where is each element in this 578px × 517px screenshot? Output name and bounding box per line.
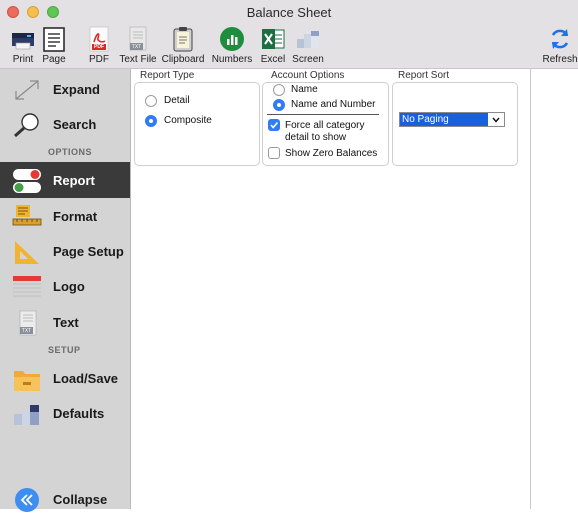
detail-radio[interactable]: [145, 95, 157, 107]
composite-radio-label: Composite: [164, 115, 212, 126]
screen-icon: [297, 31, 319, 48]
report-type-label: Report Type: [140, 70, 195, 81]
collapse-icon: [15, 488, 39, 512]
search-icon: [14, 113, 39, 138]
pdf-button[interactable]: PDF PDF: [84, 24, 114, 68]
title-bar: Balance Sheet: [0, 0, 578, 24]
show-zero-balances-label: Show Zero Balances: [285, 148, 378, 159]
sidebar-item-search[interactable]: Search: [0, 106, 130, 142]
refresh-icon: [551, 29, 569, 49]
folder-icon: [14, 371, 40, 391]
sidebar-item-defaults[interactable]: Defaults: [0, 395, 130, 431]
report-sort-label: Report Sort: [398, 70, 450, 81]
text-badge-label: TXT: [21, 328, 32, 334]
sidebar-item-label: Defaults: [53, 406, 105, 421]
clipboard-icon: [173, 27, 193, 52]
sidebar-item-format[interactable]: Format: [0, 198, 130, 234]
print-button[interactable]: Print: [8, 24, 38, 68]
checkmark-icon: [270, 121, 279, 129]
window-title: Balance Sheet: [246, 5, 332, 20]
text-file-icon: TXT: [125, 26, 151, 52]
txt-badge-label: TXT: [131, 44, 142, 50]
sidebar-item-label: Expand: [53, 82, 100, 97]
sidebar-item-label: Format: [53, 209, 98, 224]
name-and-number-radio-label: Name and Number: [291, 99, 376, 110]
sidebar-item-expand[interactable]: Expand: [0, 71, 130, 107]
options-section-header: OPTIONS: [48, 147, 93, 157]
excel-button[interactable]: Excel: [256, 24, 290, 68]
report-type-panel: Detail Composite: [134, 82, 260, 166]
printer-icon: [12, 33, 34, 50]
sidebar-item-label: Text: [53, 315, 79, 330]
sidebar-item-label: Collapse: [53, 492, 108, 507]
setup-section-header: SETUP: [48, 345, 81, 355]
sidebar-item-label: Search: [53, 117, 97, 132]
sidebar-item-load-save[interactable]: Load/Save: [0, 360, 130, 396]
text-icon: TXT: [12, 310, 42, 336]
numbers-button[interactable]: Numbers: [210, 24, 254, 68]
text-file-button[interactable]: TXT Text File: [116, 24, 160, 68]
numbers-icon: [220, 27, 244, 51]
preview-pane: [530, 69, 578, 509]
report-sort-selected-value: No Paging: [402, 114, 449, 125]
account-options-panel: Name Name and Number Force all category …: [262, 82, 389, 166]
sidebar-item-label: Report: [53, 173, 95, 188]
sidebar-item-page-setup[interactable]: Page Setup: [0, 233, 130, 269]
separator: [267, 114, 379, 115]
defaults-icon: [14, 405, 39, 425]
sidebar-item-logo[interactable]: Logo: [0, 268, 130, 304]
report-sort-select[interactable]: No Paging: [399, 112, 505, 127]
sidebar-item-label: Logo: [53, 279, 85, 294]
detail-radio-label: Detail: [164, 95, 190, 106]
clipboard-button[interactable]: Clipboard: [160, 24, 206, 68]
screen-button[interactable]: Screen: [288, 24, 328, 68]
pdf-badge-label: PDF: [94, 44, 104, 50]
show-zero-balances-checkbox[interactable]: [268, 147, 280, 159]
sidebar-item-text[interactable]: TXT Text: [0, 304, 130, 340]
logo-icon: [13, 276, 41, 297]
chevron-down-icon: [492, 117, 500, 123]
format-icon: [12, 205, 42, 226]
sidebar: Expand Search OPTIONS Report Format Page…: [0, 69, 131, 512]
pdf-icon: PDF: [86, 26, 112, 52]
set-square-icon: [15, 241, 39, 264]
force-category-detail-label-line2: detail to show: [285, 132, 347, 143]
sidebar-item-label: Load/Save: [53, 371, 119, 386]
refresh-button[interactable]: Refresh: [540, 24, 578, 68]
account-options-label: Account Options: [271, 70, 345, 81]
page-icon: [43, 27, 65, 52]
composite-radio[interactable]: [145, 115, 157, 127]
expand-icon: [15, 80, 39, 100]
sidebar-item-collapse[interactable]: Collapse: [0, 481, 130, 517]
sidebar-item-report[interactable]: Report: [0, 162, 130, 198]
sidebar-item-label: Page Setup: [53, 244, 124, 259]
force-category-detail-checkbox[interactable]: [268, 119, 280, 131]
toggle-switches-icon: [13, 169, 41, 193]
toolbar: Print Page PDF PDF TXT Text File Clipboa…: [0, 24, 578, 69]
name-radio-label: Name: [291, 84, 318, 95]
name-radio[interactable]: [273, 84, 285, 96]
excel-icon: [262, 29, 285, 49]
page-button[interactable]: Page: [38, 24, 70, 68]
force-category-detail-label-line1: Force all category: [285, 120, 365, 131]
name-and-number-radio[interactable]: [273, 99, 285, 111]
report-sort-panel: No Paging: [392, 82, 518, 166]
